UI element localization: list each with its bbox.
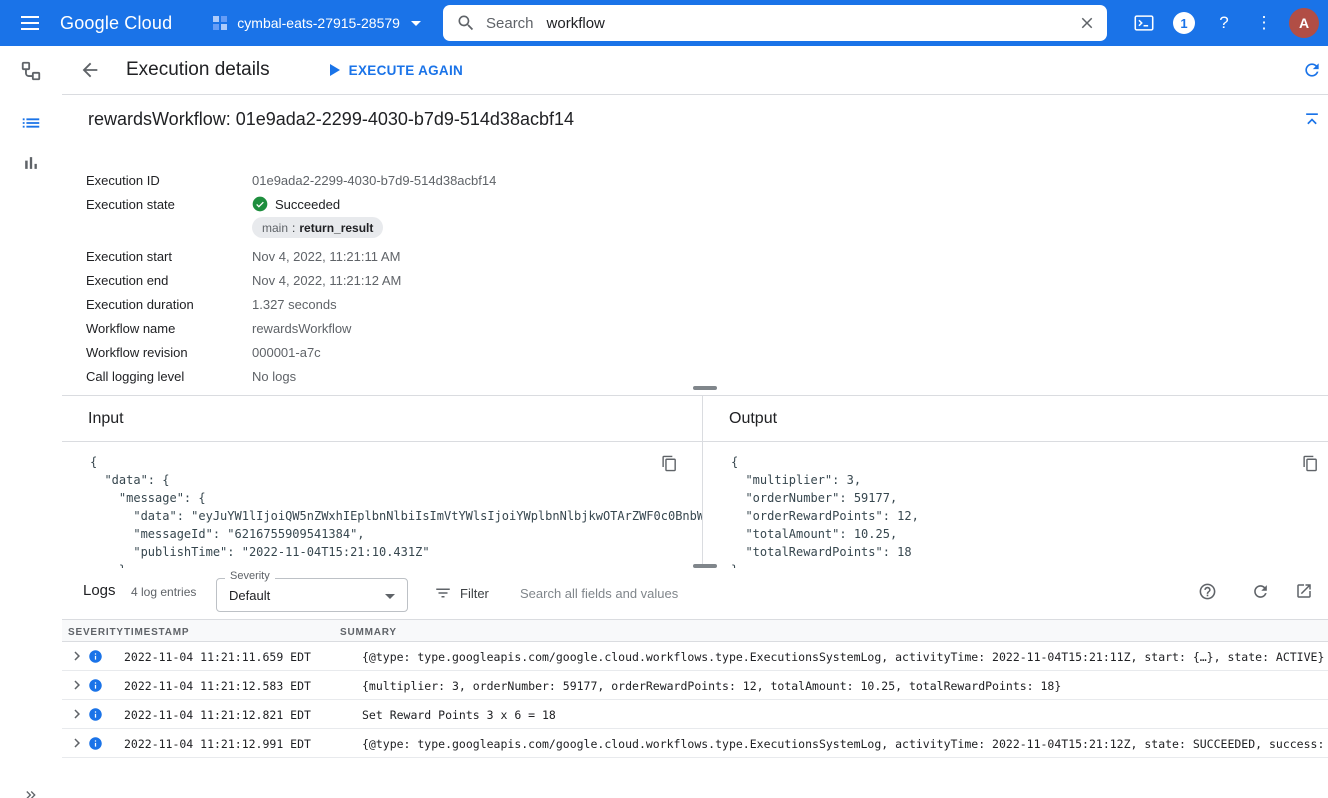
pane-resize-handle[interactable] (693, 564, 717, 568)
back-button[interactable] (78, 58, 102, 82)
detail-row-call-logging-level: Call logging level No logs (86, 364, 1066, 388)
page-title: Execution details (126, 59, 270, 81)
execution-heading: rewardsWorkflow: 01e9ada2-2299-4030-b7d9… (88, 109, 574, 130)
refresh-icon[interactable] (1248, 579, 1272, 603)
step-chip[interactable]: main : return_result (252, 217, 383, 238)
detail-row-execution-id: Execution ID 01e9ada2-2299-4030-b7d9-514… (86, 168, 1066, 192)
search-query: workflow (547, 15, 605, 32)
copy-icon[interactable] (1301, 454, 1319, 472)
collapse-icon[interactable] (1300, 108, 1324, 132)
chevron-right-icon[interactable] (68, 676, 86, 694)
info-icon (88, 736, 103, 751)
logs-section: Logs 4 log entries Severity Default Filt… (62, 569, 1328, 798)
copy-icon[interactable] (660, 454, 678, 472)
list-icon (20, 112, 42, 134)
column-severity: SEVERITY (68, 627, 124, 638)
step-name: main (262, 221, 288, 235)
output-title: Output (729, 410, 777, 428)
detail-row-state-chip: main : return_result (86, 216, 1066, 244)
chevron-down-icon (411, 21, 421, 26)
detail-row-workflow-revision: Workflow revision 000001-a7c (86, 340, 1066, 364)
filter-icon (434, 584, 452, 602)
input-output-panes: Input { "data": { "message": { "data": "… (62, 395, 1328, 568)
info-icon (88, 649, 103, 664)
avatar-letter: A (1289, 8, 1319, 38)
output-pane: Output { "multiplier": 3, "orderNumber":… (703, 396, 1328, 568)
logo-google-text: Google (60, 13, 119, 34)
logs-title: Logs (83, 582, 116, 599)
detail-row-execution-end: Execution end Nov 4, 2022, 11:21:12 AM (86, 268, 1066, 292)
state-text: Succeeded (275, 197, 340, 212)
info-icon (88, 707, 103, 722)
log-row[interactable]: 2022-11-04 11:21:12.991 EDT {@type: type… (62, 729, 1328, 758)
logs-table: SEVERITY TIMESTAMP SUMMARY 2022-11-04 11… (62, 619, 1328, 758)
workflows-icon[interactable] (0, 51, 62, 91)
chevron-right-icon[interactable] (68, 647, 86, 665)
notifications-icon[interactable]: 1 (1164, 3, 1204, 43)
more-options-icon[interactable]: ⋮ (1244, 3, 1284, 43)
log-row[interactable]: 2022-11-04 11:21:12.821 EDT Set Reward P… (62, 700, 1328, 729)
pane-resize-handle[interactable] (693, 386, 717, 390)
search-label: Search (486, 15, 534, 32)
page-toolbar: Execution details EXECUTE AGAIN (62, 46, 1328, 95)
execute-again-button[interactable]: EXECUTE AGAIN (330, 63, 463, 78)
detail-row-execution-start: Execution start Nov 4, 2022, 11:21:11 AM (86, 244, 1066, 268)
logs-search-input[interactable] (512, 580, 1132, 606)
notification-badge: 1 (1173, 12, 1195, 34)
google-cloud-logo[interactable]: Google Cloud (60, 13, 172, 34)
topbar: Google Cloud cymbal-eats-27915-28579 Sea… (0, 0, 1328, 46)
help-icon[interactable]: ? (1204, 3, 1244, 43)
output-code: { "multiplier": 3, "orderNumber": 59177,… (731, 453, 919, 568)
chevron-down-icon (385, 594, 395, 599)
substep-name: return_result (299, 221, 373, 235)
open-in-new-icon[interactable] (1292, 579, 1316, 603)
input-code: { "data": { "message": { "data": "eyJuYW… (90, 453, 703, 568)
success-check-icon (252, 196, 268, 212)
column-timestamp: TIMESTAMP (124, 627, 189, 638)
severity-select[interactable]: Default (216, 578, 408, 612)
input-title: Input (88, 410, 124, 428)
refresh-icon[interactable] (1300, 58, 1324, 82)
project-name: cymbal-eats-27915-28579 (237, 15, 400, 31)
input-pane: Input { "data": { "message": { "data": "… (62, 396, 703, 568)
expand-panel-icon[interactable] (22, 786, 40, 798)
clear-search-icon[interactable] (1077, 13, 1097, 33)
logs-entry-count: 4 log entries (131, 585, 196, 599)
project-switcher[interactable]: cymbal-eats-27915-28579 (212, 15, 421, 31)
sidebar-item-metrics[interactable] (0, 143, 62, 183)
severity-value: Default (229, 588, 270, 603)
column-summary: SUMMARY (340, 627, 397, 638)
filter-button[interactable]: Filter (434, 584, 489, 602)
detail-row-execution-state: Execution state Succeeded (86, 192, 1066, 216)
info-icon (88, 678, 103, 693)
search-icon (456, 13, 476, 33)
chevron-right-icon[interactable] (68, 734, 86, 752)
search-bar[interactable]: Search workflow (443, 5, 1107, 41)
avatar[interactable]: A (1284, 3, 1324, 43)
topbar-actions: 1 ? ⋮ A (1124, 3, 1324, 43)
workflows-sidebar (0, 46, 62, 798)
chevron-right-icon[interactable] (68, 705, 86, 723)
execution-details: Execution ID 01e9ada2-2299-4030-b7d9-514… (86, 168, 1066, 388)
play-icon (330, 64, 340, 76)
gcp-console: Google Cloud cymbal-eats-27915-28579 Sea… (0, 0, 1328, 798)
log-row[interactable]: 2022-11-04 11:21:11.659 EDT {@type: type… (62, 642, 1328, 671)
menu-icon[interactable] (18, 11, 42, 35)
detail-row-execution-duration: Execution duration 1.327 seconds (86, 292, 1066, 316)
project-icon (212, 15, 228, 31)
execution-heading-row: rewardsWorkflow: 01e9ada2-2299-4030-b7d9… (62, 95, 1328, 150)
logs-table-header: SEVERITY TIMESTAMP SUMMARY (62, 619, 1328, 642)
cloud-shell-icon[interactable] (1124, 3, 1164, 43)
severity-label: Severity (225, 570, 275, 582)
log-row[interactable]: 2022-11-04 11:21:12.583 EDT {multiplier:… (62, 671, 1328, 700)
help-circle-icon[interactable] (1195, 579, 1219, 603)
logo-cloud-text: Cloud (124, 13, 172, 34)
arrow-back-icon (79, 59, 101, 81)
bar-chart-icon (21, 153, 41, 173)
sidebar-item-executions[interactable] (0, 103, 62, 143)
detail-row-workflow-name: Workflow name rewardsWorkflow (86, 316, 1066, 340)
